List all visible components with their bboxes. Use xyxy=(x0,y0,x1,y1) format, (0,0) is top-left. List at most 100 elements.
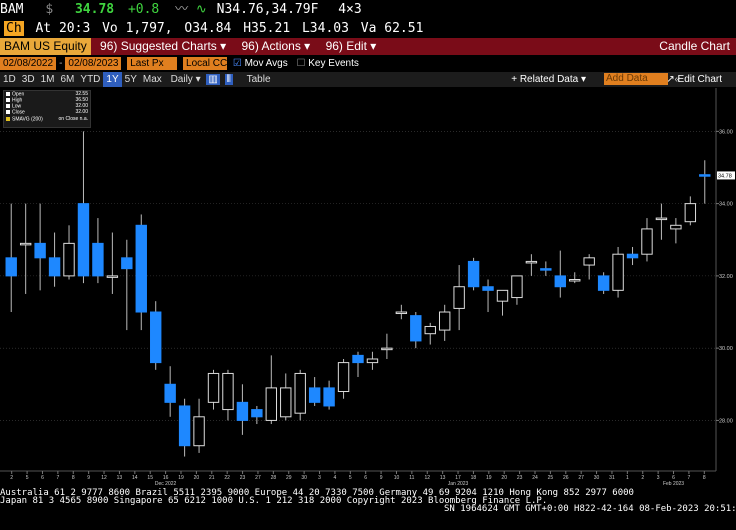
footer-timestamp: SN 1964624 GMT GMT+0:00 H822-42-164 08-F… xyxy=(444,504,736,514)
candle-body xyxy=(34,242,46,259)
candle-body xyxy=(323,387,335,407)
candle-body xyxy=(337,362,350,393)
candle-body xyxy=(684,203,697,223)
x-tick-label: 31 xyxy=(609,475,615,481)
edit-menu[interactable]: 96) Edit ▾ xyxy=(320,38,383,55)
y-tick-label: 34.00 xyxy=(719,202,733,208)
currency-select[interactable]: Local CCY xyxy=(183,57,234,70)
period-tab-3d[interactable]: 3D xyxy=(19,72,38,87)
period-tab-1y[interactable]: 1Y xyxy=(103,72,122,87)
period-tab-5y[interactable]: 5Y xyxy=(122,72,140,87)
x-tick-label: 12 xyxy=(424,475,430,481)
x-tick-label: 9 xyxy=(87,475,90,481)
x-tick-label: 24 xyxy=(532,475,538,481)
x-tick-label: 10 xyxy=(394,475,400,481)
quote-header: BAM $ 34.78 +0.8 〰 ∿ N34.76,34.79F 4×3 xyxy=(0,0,736,20)
candle-body xyxy=(597,275,610,291)
x-tick-label: 3 xyxy=(657,475,660,481)
add-data-input[interactable]: Add Data xyxy=(604,73,668,85)
key-events-label: Key Events xyxy=(308,58,359,69)
candle-body xyxy=(554,275,566,288)
start-date-input[interactable]: 02/08/2022 xyxy=(0,57,57,70)
x-tick-label: 21 xyxy=(209,475,215,481)
period-tab-max[interactable]: Max xyxy=(140,72,165,87)
candle-body xyxy=(121,257,133,270)
candle-body xyxy=(63,242,75,277)
chart-style-icon[interactable]: ▥ xyxy=(206,74,220,85)
period-tab-ytd[interactable]: YTD xyxy=(77,72,103,87)
candle-body xyxy=(265,387,278,421)
candle-body xyxy=(453,286,465,309)
actions-menu[interactable]: 96) Actions ▾ xyxy=(235,38,316,55)
legend-value: on Close n.a. xyxy=(58,115,88,122)
period-tab-1d[interactable]: 1D xyxy=(0,72,19,87)
candle-body xyxy=(251,409,263,418)
end-date-input[interactable]: 02/08/2023 xyxy=(65,57,122,70)
x-month-label: Feb 2023 xyxy=(663,481,684,486)
bid-ask-size: 4×3 xyxy=(338,2,362,17)
candle-body xyxy=(395,311,408,315)
candle-body xyxy=(612,253,624,291)
x-tick-label: 19 xyxy=(486,475,492,481)
x-tick-label: 13 xyxy=(440,475,446,481)
candle-body xyxy=(150,311,162,364)
low-price: L34.03 xyxy=(301,21,349,36)
x-tick-label: 5 xyxy=(349,475,352,481)
x-tick-label: 6 xyxy=(364,475,367,481)
candle-body xyxy=(178,405,191,447)
legend-swatch xyxy=(6,92,10,96)
period-bar: 1D 3D 1M 6M YTD 1Y 5Y Max Daily ▾ ▥ ⫴ Table + R… xyxy=(0,72,736,87)
x-tick-label: 4 xyxy=(334,475,337,481)
x-tick-label: 1 xyxy=(626,475,629,481)
candle-body xyxy=(280,387,292,418)
bid-ask-quote: N34.76,34.79F xyxy=(216,2,319,17)
legend-swatch xyxy=(6,116,10,121)
y-tick-label: 28.00 xyxy=(719,418,733,424)
y-tick-label: 30.00 xyxy=(719,346,733,352)
last-price-label: 34.78 xyxy=(718,173,732,179)
price-field-select[interactable]: Last Px xyxy=(127,57,178,70)
x-tick-label: 26 xyxy=(563,475,569,481)
candle-body xyxy=(366,358,379,364)
candle-body xyxy=(164,383,176,403)
legend-label-text: Open xyxy=(12,91,25,98)
ticker-symbol[interactable]: BAM xyxy=(0,2,23,17)
x-tick-label: 14 xyxy=(132,475,138,481)
x-month-label: Jan 2023 xyxy=(448,481,469,486)
x-tick-label: 22 xyxy=(224,475,230,481)
function-toolbar: BAM US Equity 96) Suggested Charts ▾ 96)… xyxy=(0,38,736,55)
x-tick-label: 23 xyxy=(240,475,246,481)
date-controls: 02/08/2022-02/08/2023 Last Px Local CCY … xyxy=(0,57,736,71)
candle-body xyxy=(352,354,364,364)
x-month-label: Dec 2022 xyxy=(155,481,177,486)
security-field[interactable]: BAM US Equity xyxy=(0,38,91,55)
mov-avgs-checkbox-icon[interactable]: ☑ xyxy=(233,58,242,69)
candlestick-chart[interactable]: 26.0028.0030.0032.0034.0036.00 256789121… xyxy=(0,88,736,486)
x-tick-label: 20 xyxy=(194,475,200,481)
suggested-charts-menu[interactable]: 96) Suggested Charts ▾ xyxy=(94,38,232,55)
key-events-checkbox-icon[interactable]: ☐ xyxy=(297,58,306,69)
x-tick-label: 2 xyxy=(10,475,13,481)
legend-label-text: Close xyxy=(12,109,25,116)
price-change: +0.8 xyxy=(127,2,160,17)
candle-body xyxy=(540,268,552,271)
frequency-select[interactable]: Daily ▾ xyxy=(168,72,204,87)
table-button[interactable]: Table xyxy=(244,72,274,87)
candle-body xyxy=(410,315,422,342)
y-tick-label: 36.00 xyxy=(719,129,733,135)
chart-gridlines xyxy=(0,131,716,421)
period-tab-6m[interactable]: 6M xyxy=(58,72,78,87)
x-tick-label: 27 xyxy=(255,475,261,481)
x-tick-label: 12 xyxy=(101,475,107,481)
related-data-button[interactable]: + Related Data ▾ xyxy=(511,72,586,87)
chart-badge[interactable]: Ch xyxy=(4,21,24,36)
value-traded: Va 62.51 xyxy=(360,21,424,36)
edit-chart-button[interactable]: ↗ Edit Chart xyxy=(666,72,722,87)
candle-body xyxy=(48,257,61,277)
legend-label: SMAVG (200) xyxy=(6,116,43,123)
period-tab-1m[interactable]: 1M xyxy=(38,72,58,87)
candle-body xyxy=(222,372,234,411)
candle-body xyxy=(641,228,653,255)
candle-style-icon[interactable]: ⫴ xyxy=(224,74,233,85)
x-tick-label: 18 xyxy=(471,475,477,481)
